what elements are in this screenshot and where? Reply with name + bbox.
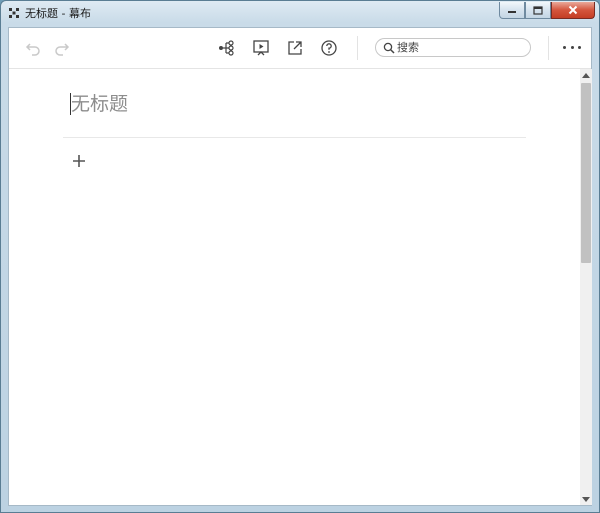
export-icon xyxy=(288,41,302,55)
document-title[interactable]: 无标题 xyxy=(71,92,128,116)
more-icon xyxy=(570,45,574,49)
mubu-logo-icon xyxy=(9,8,19,18)
undo-button[interactable] xyxy=(24,39,42,57)
toolbar xyxy=(9,28,591,69)
close-button[interactable] xyxy=(551,2,595,19)
minimize-button[interactable] xyxy=(499,2,525,19)
more-icon xyxy=(578,45,581,49)
plus-icon[interactable] xyxy=(71,153,87,169)
presentation-icon xyxy=(253,40,269,56)
help-icon xyxy=(321,40,337,56)
vertical-scrollbar[interactable] xyxy=(580,69,592,505)
app-window: 无标题 - 幕布 搜索 无标题 xyxy=(0,0,600,513)
undo-icon xyxy=(25,43,40,56)
title-divider xyxy=(63,137,526,138)
arrow-up-icon xyxy=(582,72,590,78)
mindmap-icon xyxy=(219,40,234,56)
search-icon xyxy=(383,42,395,54)
maximize-icon xyxy=(533,5,543,15)
scrollbar-thumb[interactable] xyxy=(581,83,591,263)
close-icon xyxy=(568,5,578,15)
more-icon xyxy=(563,45,566,49)
export-button[interactable] xyxy=(286,39,304,57)
search-input[interactable] xyxy=(397,40,523,55)
search-box[interactable] xyxy=(375,38,531,57)
title-bar[interactable]: 无标题 - 幕布 xyxy=(1,1,599,27)
help-button[interactable] xyxy=(320,39,338,57)
minimize-icon xyxy=(508,11,516,13)
window-title: 无标题 - 幕布 xyxy=(25,7,91,20)
arrow-down-icon xyxy=(582,496,590,502)
mindmap-button[interactable] xyxy=(218,39,236,57)
toolbar-divider xyxy=(548,36,549,60)
scroll-up-button[interactable] xyxy=(580,69,592,81)
maximize-button[interactable] xyxy=(525,2,551,19)
redo-icon xyxy=(55,43,70,56)
scroll-down-button[interactable] xyxy=(580,493,592,505)
toolbar-divider xyxy=(357,36,358,60)
presentation-button[interactable] xyxy=(252,39,270,57)
more-button[interactable] xyxy=(563,40,581,54)
document-area[interactable]: 无标题 xyxy=(9,69,579,505)
window-controls xyxy=(499,2,595,19)
app-content: 无标题 xyxy=(8,27,592,506)
redo-button[interactable] xyxy=(53,39,71,57)
